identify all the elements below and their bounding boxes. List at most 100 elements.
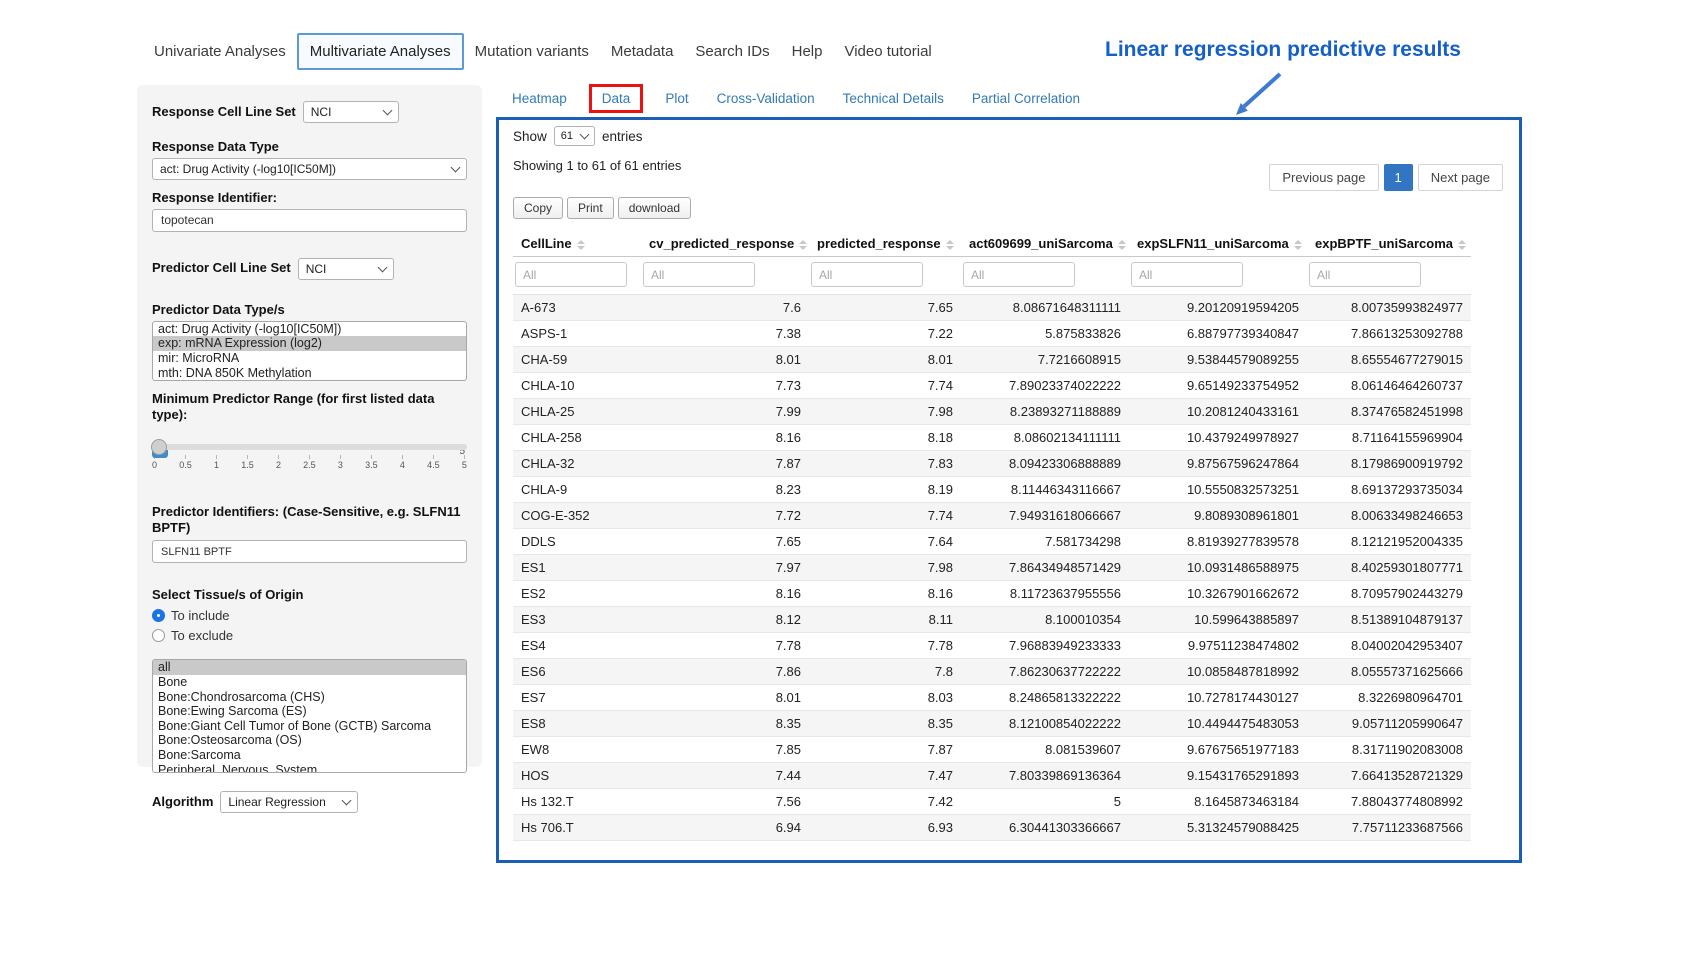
column-filter-input-cellline[interactable] — [515, 262, 627, 287]
table-row[interactable]: DDLS7.657.647.5817342988.819392778395788… — [513, 529, 1471, 555]
nav-item-search-ids[interactable]: Search IDs — [684, 35, 780, 68]
nav-item-help[interactable]: Help — [781, 35, 834, 68]
listbox-option-mir-microrna[interactable]: mir: MicroRNA — [153, 351, 466, 366]
response-cell-line-set-select[interactable]: NCI — [303, 101, 399, 123]
table-row[interactable]: ES28.168.168.1172363795555610.3267901662… — [513, 581, 1471, 607]
nav-item-metadata[interactable]: Metadata — [600, 35, 685, 68]
value-cell: 8.12 — [641, 607, 809, 633]
copy-button[interactable]: Copy — [513, 197, 563, 219]
radio-to-include[interactable]: To include — [152, 608, 467, 623]
table-row[interactable]: CHLA-327.877.838.094233068888899.8756759… — [513, 451, 1471, 477]
tab-data[interactable]: Data — [589, 84, 644, 113]
table-row[interactable]: CHLA-2588.168.188.0860213411111110.43792… — [513, 425, 1471, 451]
sort-icon[interactable] — [946, 240, 954, 250]
column-filter-input-act609699-unisarcoma[interactable] — [963, 262, 1075, 287]
radio-button-icon[interactable] — [152, 629, 165, 642]
table-row[interactable]: CHLA-107.737.747.890233740222229.6514923… — [513, 373, 1471, 399]
table-row[interactable]: ES78.018.038.2486581332222210.7278174430… — [513, 685, 1471, 711]
nav-item-multivariate-analyses[interactable]: Multivariate Analyses — [297, 33, 464, 70]
table-row[interactable]: HOS7.447.477.803398691363649.15431765291… — [513, 763, 1471, 789]
column-filter-input-cv-predicted-response[interactable] — [643, 262, 755, 287]
previous-page-button[interactable]: Previous page — [1269, 164, 1378, 191]
nav-item-mutation-variants[interactable]: Mutation variants — [464, 35, 600, 68]
table-row[interactable]: ES17.977.987.8643494857142910.0931486588… — [513, 555, 1471, 581]
cell-line-cell: ES1 — [513, 555, 641, 581]
response-data-type-select[interactable]: act: Drug Activity (-log10[IC50M]) — [152, 158, 467, 180]
predictor-data-type-listbox[interactable]: act: Drug Activity (-log10[IC50M])exp: m… — [152, 321, 467, 381]
tab-plot[interactable]: Plot — [665, 91, 688, 106]
table-row[interactable]: A-6737.67.658.086716483111119.2012091959… — [513, 295, 1471, 321]
sort-icon[interactable] — [1458, 240, 1466, 250]
tab-technical-details[interactable]: Technical Details — [843, 91, 944, 106]
listbox-option-exp-mrna-expression-log2[interactable]: exp: mRNA Expression (log2) — [153, 336, 466, 351]
sort-icon[interactable] — [577, 240, 585, 250]
cell-line-cell: ES3 — [513, 607, 641, 633]
table-row[interactable]: CHLA-98.238.198.1144634311666710.5550832… — [513, 477, 1471, 503]
value-cell: 7.86434948571429 — [961, 555, 1129, 581]
current-page-button[interactable]: 1 — [1384, 164, 1413, 191]
table-row[interactable]: Hs 706.T6.946.936.304413033666675.313245… — [513, 815, 1471, 841]
download-button[interactable]: download — [618, 197, 691, 219]
column-header-act609699-unisarcoma[interactable]: act609699_uniSarcoma — [961, 231, 1129, 257]
value-cell: 10.2081240433161 — [1129, 399, 1307, 425]
sort-icon[interactable] — [1118, 240, 1126, 250]
table-row[interactable]: ES47.787.787.968839492333339.97511238474… — [513, 633, 1471, 659]
listbox-option-act-drug-activity-log10-ic50m[interactable]: act: Drug Activity (-log10[IC50M]) — [153, 322, 466, 337]
column-header-cellline[interactable]: CellLine — [513, 231, 641, 257]
table-row[interactable]: EW87.857.878.0815396079.676756519771838.… — [513, 737, 1471, 763]
column-header-expslfn11-unisarcoma[interactable]: expSLFN11_uniSarcoma — [1129, 231, 1307, 257]
listbox-option-bone-ewing-sarcoma-es[interactable]: Bone:Ewing Sarcoma (ES) — [153, 704, 466, 719]
cell-line-cell: CHLA-32 — [513, 451, 641, 477]
predictor-cell-line-set-select[interactable]: NCI — [298, 258, 394, 280]
value-cell: 7.47 — [809, 763, 961, 789]
radio-to-exclude[interactable]: To exclude — [152, 628, 467, 643]
slider-handle[interactable] — [151, 439, 167, 455]
value-cell: 10.599643885897 — [1129, 607, 1307, 633]
column-header-cv-predicted-response[interactable]: cv_predicted_response — [641, 231, 809, 257]
table-row[interactable]: ES88.358.358.1210085402222210.4494475483… — [513, 711, 1471, 737]
table-row[interactable]: CHLA-257.997.988.2389327118888910.208124… — [513, 399, 1471, 425]
cell-line-cell: ES7 — [513, 685, 641, 711]
table-row[interactable]: COG-E-3527.727.747.949316180666679.80893… — [513, 503, 1471, 529]
column-filter-input-expslfn11-unisarcoma[interactable] — [1131, 262, 1243, 287]
value-cell: 9.8089308961801 — [1129, 503, 1307, 529]
listbox-option-bone-chondrosarcoma-chs[interactable]: Bone:Chondrosarcoma (CHS) — [153, 690, 466, 705]
column-header-predicted-response[interactable]: predicted_response — [809, 231, 961, 257]
listbox-option-bone-sarcoma[interactable]: Bone:Sarcoma — [153, 748, 466, 763]
min-predictor-range-slider[interactable]: 0 5 00.511.522.533.544.55 — [152, 444, 467, 496]
sort-icon[interactable] — [1294, 240, 1302, 250]
radio-button-icon[interactable] — [152, 609, 165, 622]
nav-item-univariate-analyses[interactable]: Univariate Analyses — [143, 35, 297, 68]
predictor-identifiers-label: Predictor Identifiers: (Case-Sensitive, … — [152, 504, 467, 537]
predictor-identifiers-input[interactable] — [152, 540, 467, 563]
column-filter-input-expbptf-unisarcoma[interactable] — [1309, 262, 1421, 287]
listbox-option-mth-dna-850k-methylation[interactable]: mth: DNA 850K Methylation — [153, 366, 466, 381]
table-row[interactable]: Hs 132.T7.567.4258.16458734631847.880437… — [513, 789, 1471, 815]
table-row[interactable]: CHA-598.018.017.72166089159.538445790892… — [513, 347, 1471, 373]
listbox-option-all[interactable]: all — [153, 660, 466, 675]
entries-count-select[interactable]: 61 — [554, 126, 595, 146]
table-row[interactable]: ASPS-17.387.225.8758338266.8879773934084… — [513, 321, 1471, 347]
listbox-option-bone[interactable]: Bone — [153, 675, 466, 690]
sort-icon[interactable] — [799, 240, 807, 250]
table-row[interactable]: ES67.867.87.8623063772222210.08584878189… — [513, 659, 1471, 685]
value-cell: 9.87567596247864 — [1129, 451, 1307, 477]
slider-track[interactable] — [152, 444, 467, 450]
value-cell: 8.12121952004335 — [1307, 529, 1471, 555]
show-entries-prefix: Show — [513, 129, 547, 144]
listbox-option-bone-osteosarcoma-os[interactable]: Bone:Osteosarcoma (OS) — [153, 733, 466, 748]
listbox-option-bone-giant-cell-tumor-of-bone-gctb-sarcoma[interactable]: Bone:Giant Cell Tumor of Bone (GCTB) Sar… — [153, 719, 466, 734]
tab-partial-correlation[interactable]: Partial Correlation — [972, 91, 1080, 106]
response-identifier-input[interactable] — [152, 209, 467, 232]
column-filter-input-predicted-response[interactable] — [811, 262, 923, 287]
nav-item-video-tutorial[interactable]: Video tutorial — [833, 35, 942, 68]
tab-heatmap[interactable]: Heatmap — [512, 91, 567, 106]
next-page-button[interactable]: Next page — [1418, 164, 1503, 191]
column-header-expbptf-unisarcoma[interactable]: expBPTF_uniSarcoma — [1307, 231, 1471, 257]
tab-cross-validation[interactable]: Cross-Validation — [717, 91, 815, 106]
print-button[interactable]: Print — [567, 197, 614, 219]
algorithm-select[interactable]: Linear Regression — [220, 791, 358, 813]
tissue-listbox[interactable]: allBoneBone:Chondrosarcoma (CHS)Bone:Ewi… — [152, 659, 467, 773]
table-row[interactable]: ES38.128.118.10001035410.5996438858978.5… — [513, 607, 1471, 633]
listbox-option-peripheral-nervous-system[interactable]: Peripheral_Nervous_System — [153, 763, 466, 774]
